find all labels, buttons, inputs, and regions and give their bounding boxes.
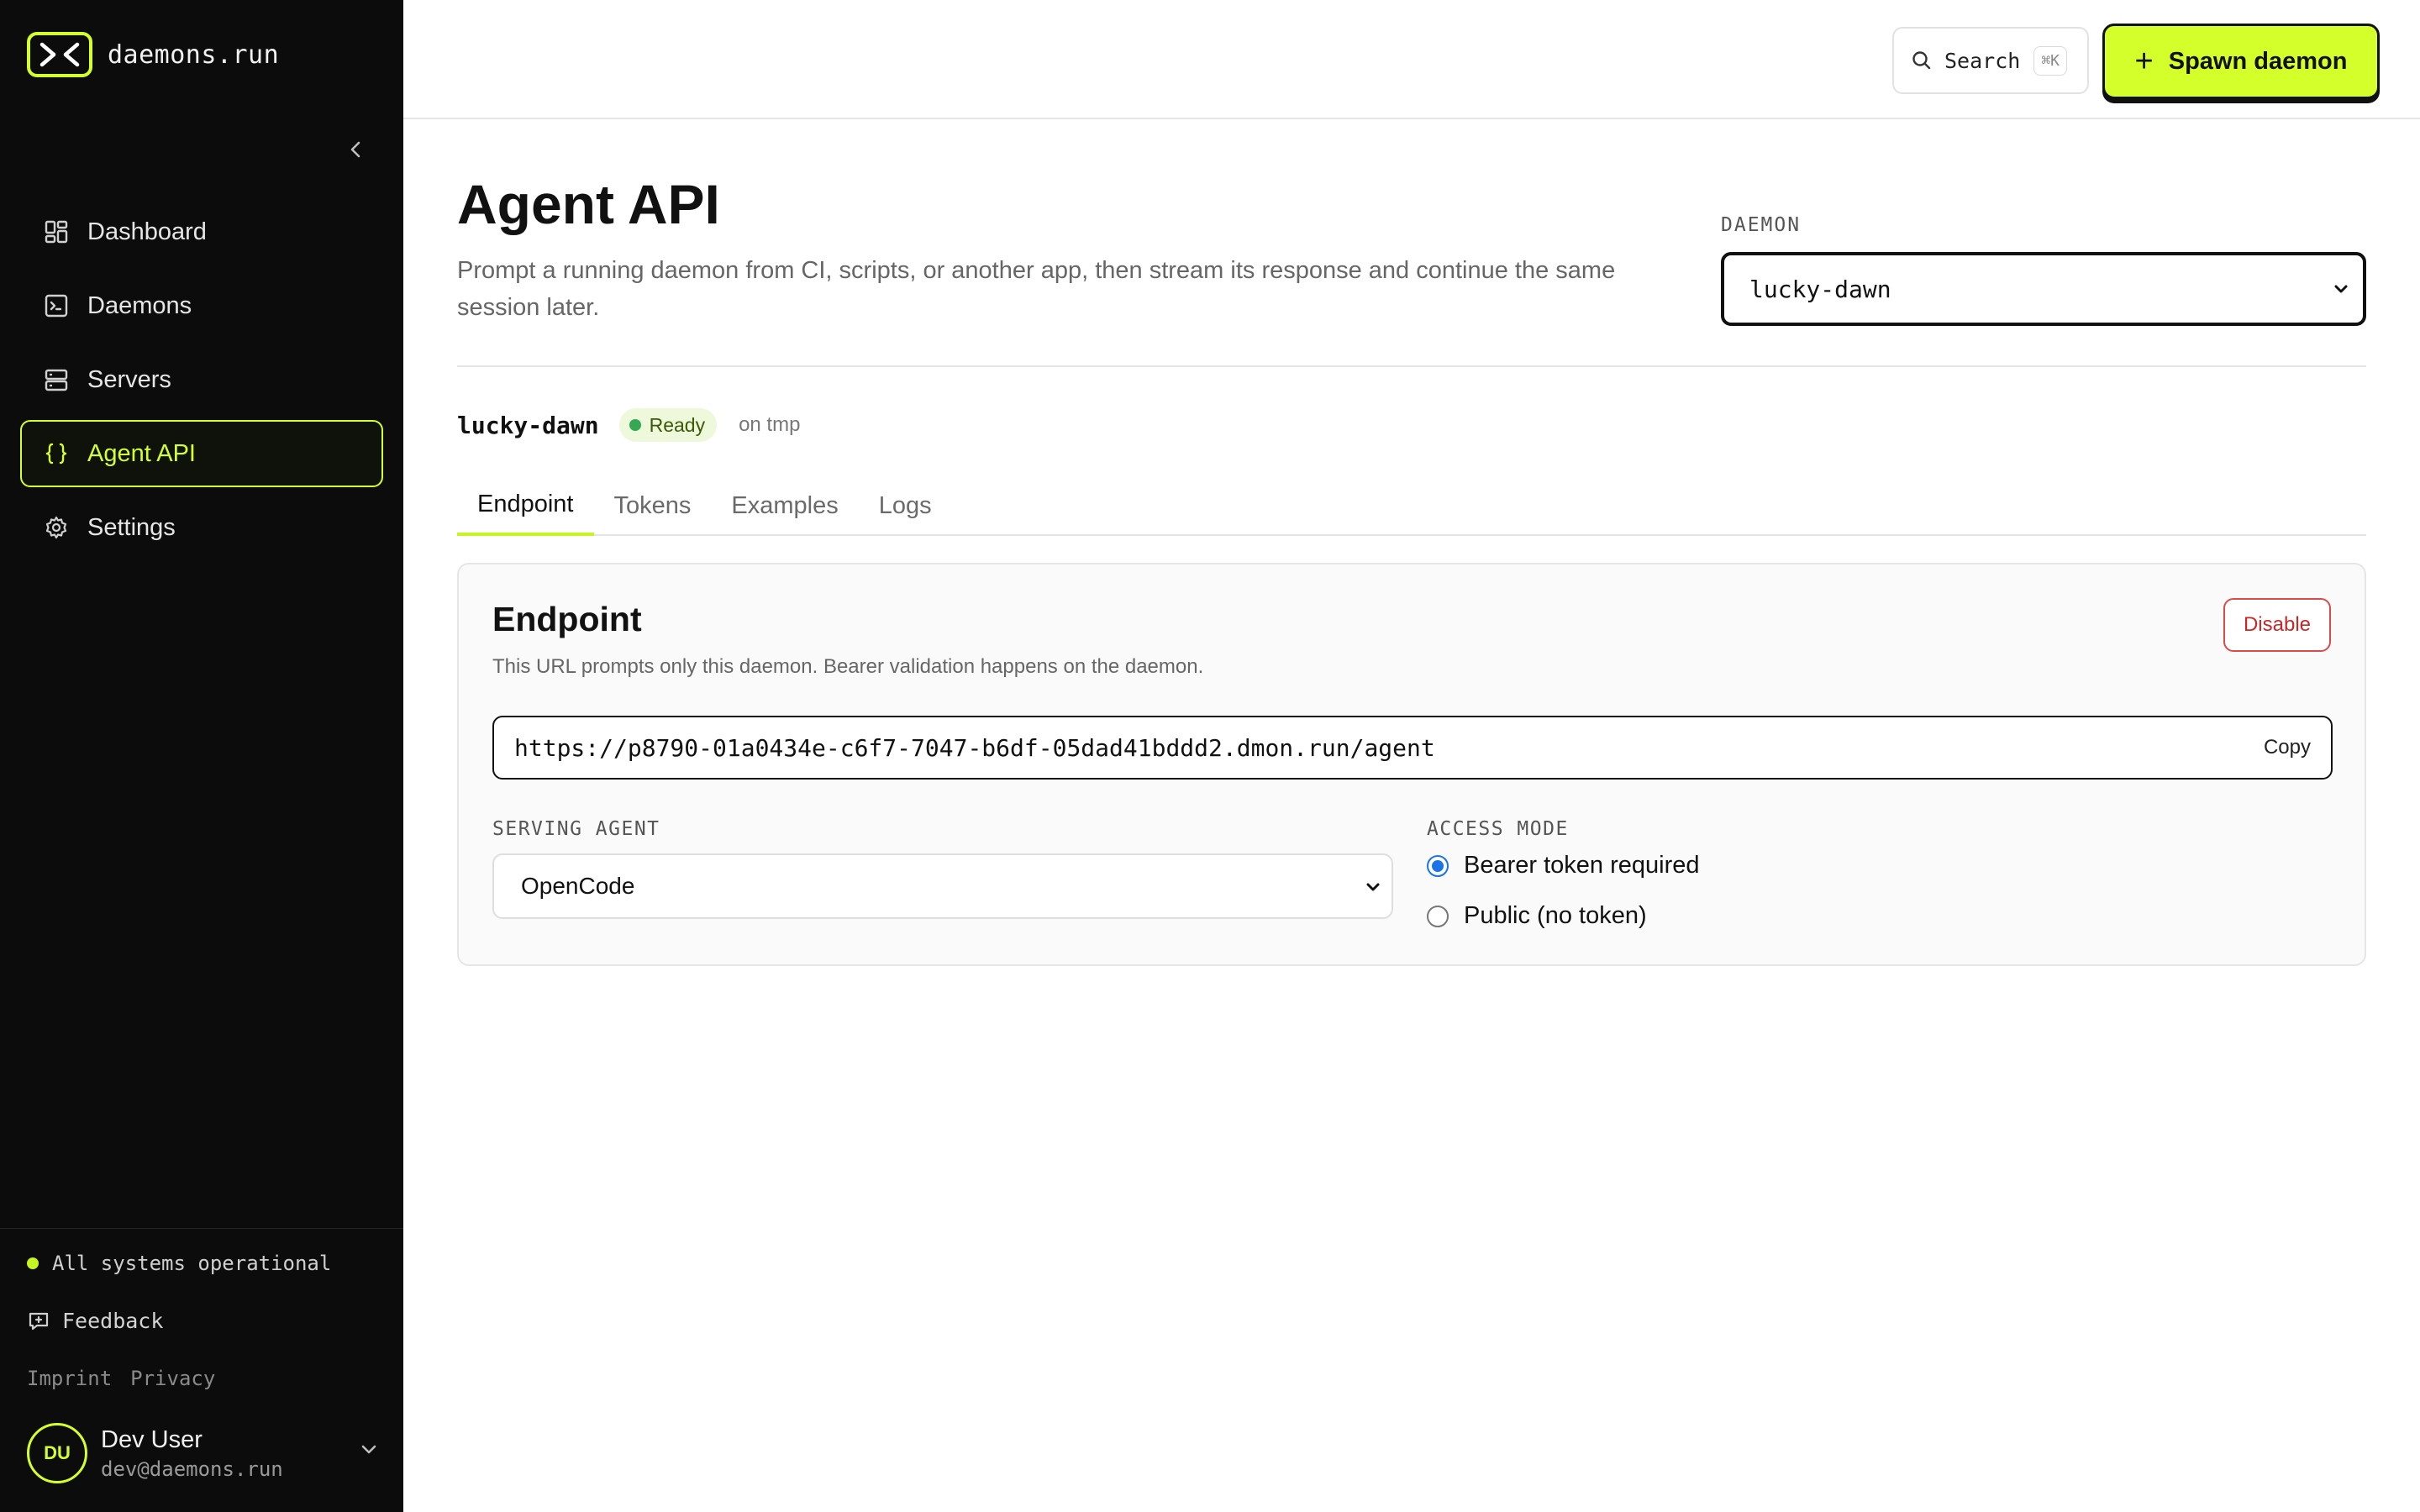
daemon-host: on tmp xyxy=(739,413,801,436)
endpoint-url: https://p8790-01a0434e-c6f7-7047-b6df-05… xyxy=(514,733,1435,762)
spawn-daemon-label: Spawn daemon xyxy=(2168,47,2348,75)
feedback-label: Feedback xyxy=(62,1309,164,1333)
chevron-down-icon xyxy=(361,1445,376,1454)
daemon-info: lucky-dawn Ready on tmp xyxy=(457,408,800,442)
grid-icon xyxy=(42,218,71,246)
tab-bar: Endpoint Tokens Examples Logs xyxy=(457,475,2366,536)
system-status-text: All systems operational xyxy=(52,1252,332,1275)
access-option-public[interactable]: Public (no token) xyxy=(1427,902,1647,930)
terminal-brackets-icon xyxy=(27,32,92,77)
sidebar: daemons.run Dashboard Daemons Servers Ag… xyxy=(0,0,403,1512)
endpoint-card: Endpoint This URL prompts only this daem… xyxy=(457,563,2366,966)
page-description: Prompt a running daemon from CI, scripts… xyxy=(457,257,1616,321)
brand[interactable]: daemons.run xyxy=(27,32,279,77)
chevron-down-icon xyxy=(2334,285,2348,293)
endpoint-description: This URL prompts only this daemon. Beare… xyxy=(492,655,1204,678)
page-title: Agent API xyxy=(457,173,720,235)
sidebar-item-dashboard[interactable]: Dashboard xyxy=(20,198,383,265)
sidebar-divider xyxy=(0,1228,403,1229)
user-info: Dev User dev@daemons.run xyxy=(101,1426,283,1481)
sidebar-item-label: Servers xyxy=(87,365,171,393)
status-dot-icon xyxy=(27,1257,39,1269)
daemon-name: lucky-dawn xyxy=(457,411,599,439)
chevron-left-icon xyxy=(350,141,360,158)
serving-agent-select[interactable]: OpenCode xyxy=(492,853,1393,919)
radio-checked[interactable] xyxy=(1427,854,1449,877)
sidebar-item-label: Dashboard xyxy=(87,218,207,245)
sidebar-item-settings[interactable]: Settings xyxy=(20,494,383,561)
header-divider xyxy=(457,365,2366,367)
status-badge-label: Ready xyxy=(649,413,706,436)
tab-logs[interactable]: Logs xyxy=(859,475,952,536)
access-option-bearer[interactable]: Bearer token required xyxy=(1427,852,1700,879)
daemon-select[interactable]: lucky-dawn xyxy=(1721,252,2366,326)
sidebar-item-label: Agent API xyxy=(87,439,196,467)
footer-links: Imprint Privacy xyxy=(27,1367,215,1390)
user-name: Dev User xyxy=(101,1425,203,1453)
topbar: Search ⌘K + Spawn daemon xyxy=(403,0,2420,119)
chevron-down-icon xyxy=(1366,883,1380,891)
sidebar-item-servers[interactable]: Servers xyxy=(20,346,383,413)
copy-button[interactable]: Copy xyxy=(2264,736,2311,759)
sidebar-nav: Dashboard Daemons Servers Agent API Sett… xyxy=(20,198,383,568)
server-icon xyxy=(42,365,71,394)
terminal-window-icon xyxy=(42,291,71,320)
search-icon xyxy=(1912,51,1931,70)
privacy-link[interactable]: Privacy xyxy=(130,1367,215,1390)
user-menu[interactable]: DU Dev User dev@daemons.run xyxy=(27,1421,380,1485)
imprint-link[interactable]: Imprint xyxy=(27,1367,112,1390)
access-option-label: Bearer token required xyxy=(1464,852,1700,879)
collapse-sidebar-button[interactable] xyxy=(339,133,373,166)
tab-tokens[interactable]: Tokens xyxy=(594,475,712,536)
avatar: DU xyxy=(27,1423,87,1483)
serving-agent-label: SERVING AGENT xyxy=(492,818,660,840)
feedback-link[interactable]: Feedback xyxy=(27,1309,163,1333)
search-shortcut: ⌘K xyxy=(2033,45,2067,76)
plus-icon: + xyxy=(2134,44,2154,79)
endpoint-title: Endpoint xyxy=(492,600,642,638)
daemon-select-value: lucky-dawn xyxy=(1749,275,1891,303)
access-option-label: Public (no token) xyxy=(1464,902,1647,929)
braces-icon xyxy=(42,439,71,468)
spawn-daemon-button[interactable]: + Spawn daemon xyxy=(2102,24,2380,99)
radio-unchecked[interactable] xyxy=(1427,905,1449,927)
endpoint-url-field[interactable]: https://p8790-01a0434e-c6f7-7047-b6df-05… xyxy=(492,716,2333,780)
access-mode-label: ACCESS MODE xyxy=(1427,818,1569,840)
status-dot-icon xyxy=(629,419,641,431)
sidebar-item-agent-api[interactable]: Agent API xyxy=(20,420,383,487)
tab-endpoint[interactable]: Endpoint xyxy=(457,475,594,536)
daemon-select-label: DAEMON xyxy=(1721,214,1802,236)
search-button[interactable]: Search ⌘K xyxy=(1892,27,2089,94)
sidebar-item-daemons[interactable]: Daemons xyxy=(20,272,383,339)
feedback-icon xyxy=(29,1312,49,1330)
system-status: All systems operational xyxy=(27,1252,331,1275)
search-label: Search xyxy=(1944,48,2021,73)
user-email: dev@daemons.run xyxy=(101,1457,283,1481)
sidebar-item-label: Settings xyxy=(87,513,176,541)
gear-icon xyxy=(42,513,71,542)
serving-agent-value: OpenCode xyxy=(521,873,635,899)
disable-button[interactable]: Disable xyxy=(2223,598,2331,652)
sidebar-item-label: Daemons xyxy=(87,291,192,319)
brand-name: daemons.run xyxy=(108,39,280,70)
tab-examples[interactable]: Examples xyxy=(711,475,858,536)
status-badge: Ready xyxy=(618,408,718,442)
